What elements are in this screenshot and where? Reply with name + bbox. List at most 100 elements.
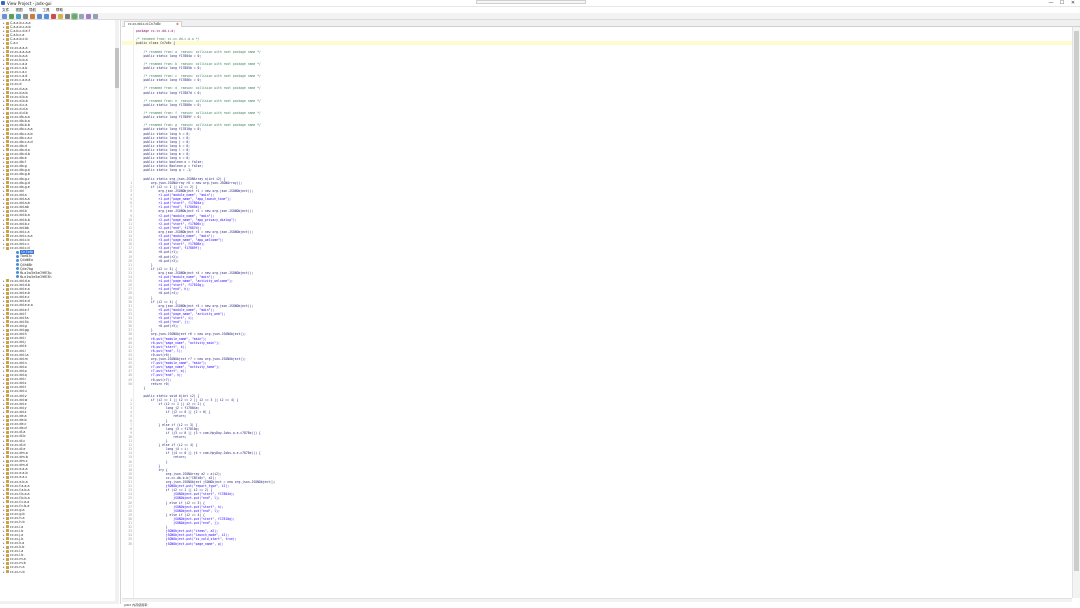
line-number: 36 [128,541,132,546]
tree-item[interactable]: ▸ cc.cc.n.b [1,570,114,574]
prefs-icon[interactable] [51,14,56,19]
package-icon [6,512,9,516]
package-icon [6,177,9,181]
maximize-button[interactable]: ☐ [1057,0,1067,6]
class-icon [16,250,19,254]
search-icon[interactable] [23,14,28,19]
package-icon [6,74,9,78]
package-icon [6,172,9,176]
package-icon [6,164,9,168]
package-icon [6,520,9,524]
back-icon[interactable] [37,14,42,19]
find-class-icon[interactable] [30,14,35,19]
package-icon [6,471,9,475]
package-icon [6,324,9,328]
package-icon [6,230,9,234]
log-icon[interactable] [71,13,78,20]
package-icon [6,148,9,152]
package-icon [6,369,9,373]
package-icon [6,344,9,348]
package-icon [6,463,9,467]
package-icon [6,320,9,324]
package-icon [6,406,9,410]
class-icon [16,254,19,258]
package-icon [6,140,9,144]
package-icon [6,209,9,213]
package-icon [6,21,9,25]
memory-status-text: JADX 内存使用率： [124,603,151,607]
package-icon [6,58,9,62]
package-icon [6,303,9,307]
package-icon [6,365,9,369]
package-icon [6,37,9,41]
status-bar: JADX 内存使用率： [122,602,1080,608]
package-icon [6,197,9,201]
package-icon [6,430,9,434]
sync-icon[interactable] [16,14,21,19]
settings-icon[interactable] [79,14,84,19]
sidebar-vertical-scrollbar[interactable] [115,20,119,604]
sidebar-horizontal-scrollbar[interactable] [0,601,116,604]
package-icon [6,181,9,185]
package-icon [6,533,9,537]
open-icon[interactable] [2,14,7,19]
package-tree: ▸ C.a.a.b.c.a.a ▸ C.a.a.b.c.a.b ▸ C.a.b.c.d.e… [1,21,114,574]
package-icon [6,189,9,193]
package-icon [6,492,9,496]
gear-icon[interactable] [93,14,98,19]
minimize-button[interactable]: — [1046,0,1056,6]
flatten-icon[interactable] [58,14,63,19]
package-icon [6,312,9,316]
package-icon [6,570,9,574]
package-icon [6,78,9,82]
sidebar-scroll-thumb[interactable] [115,48,119,88]
forward-icon[interactable] [44,14,49,19]
quick-search-box[interactable] [476,0,586,4]
package-icon [6,439,9,443]
package-icon [6,62,9,66]
package-icon [6,234,9,238]
script-icon[interactable] [86,14,91,19]
close-window-button[interactable]: ✕ [1068,0,1078,6]
package-icon [6,361,9,365]
package-icon [6,545,9,549]
editor-scroll-thumb[interactable] [1074,31,1079,571]
deobf-icon[interactable] [65,14,70,19]
package-icon [6,156,9,160]
package-icon [6,29,9,33]
title-bar: View Project - jadx-gui — ☐ ✕ [0,0,1080,7]
package-icon [6,70,9,74]
package-icon [6,136,9,140]
code-text: jSONObject.put("page_name", p); [136,541,224,546]
package-icon [6,316,9,320]
save-icon[interactable] [9,14,14,19]
package-icon [6,565,9,569]
package-icon [6,480,9,483]
package-icon [6,144,9,148]
package-icon [6,467,9,471]
package-icon [6,132,9,136]
package-icon [6,496,9,500]
package-icon [6,242,9,246]
code-editor[interactable]: package cc.cc.dd.c.d;/* renamed from: cc… [122,27,1072,598]
package-icon [6,394,9,398]
class-icon [16,267,19,271]
package-icon [6,389,9,393]
package-icon [6,402,9,406]
package-icon [6,283,9,287]
class-icon [16,271,19,275]
package-icon [6,537,9,541]
package-icon [6,107,9,111]
window-title: View Project - jadx-gui [7,1,52,6]
package-icon [6,500,9,504]
package-icon [6,99,9,103]
package-icon [6,160,9,164]
code-line[interactable]: 36 jSONObject.put("page_name", p); [122,542,1072,546]
package-icon [6,525,9,529]
package-icon [6,205,9,209]
package-icon [6,381,9,385]
editor-vertical-scrollbar[interactable] [1072,27,1080,598]
package-icon [6,193,9,197]
tab-label: cc.cc.dd.c.d.Cn7x8c [128,22,161,26]
package-icon [6,529,9,533]
